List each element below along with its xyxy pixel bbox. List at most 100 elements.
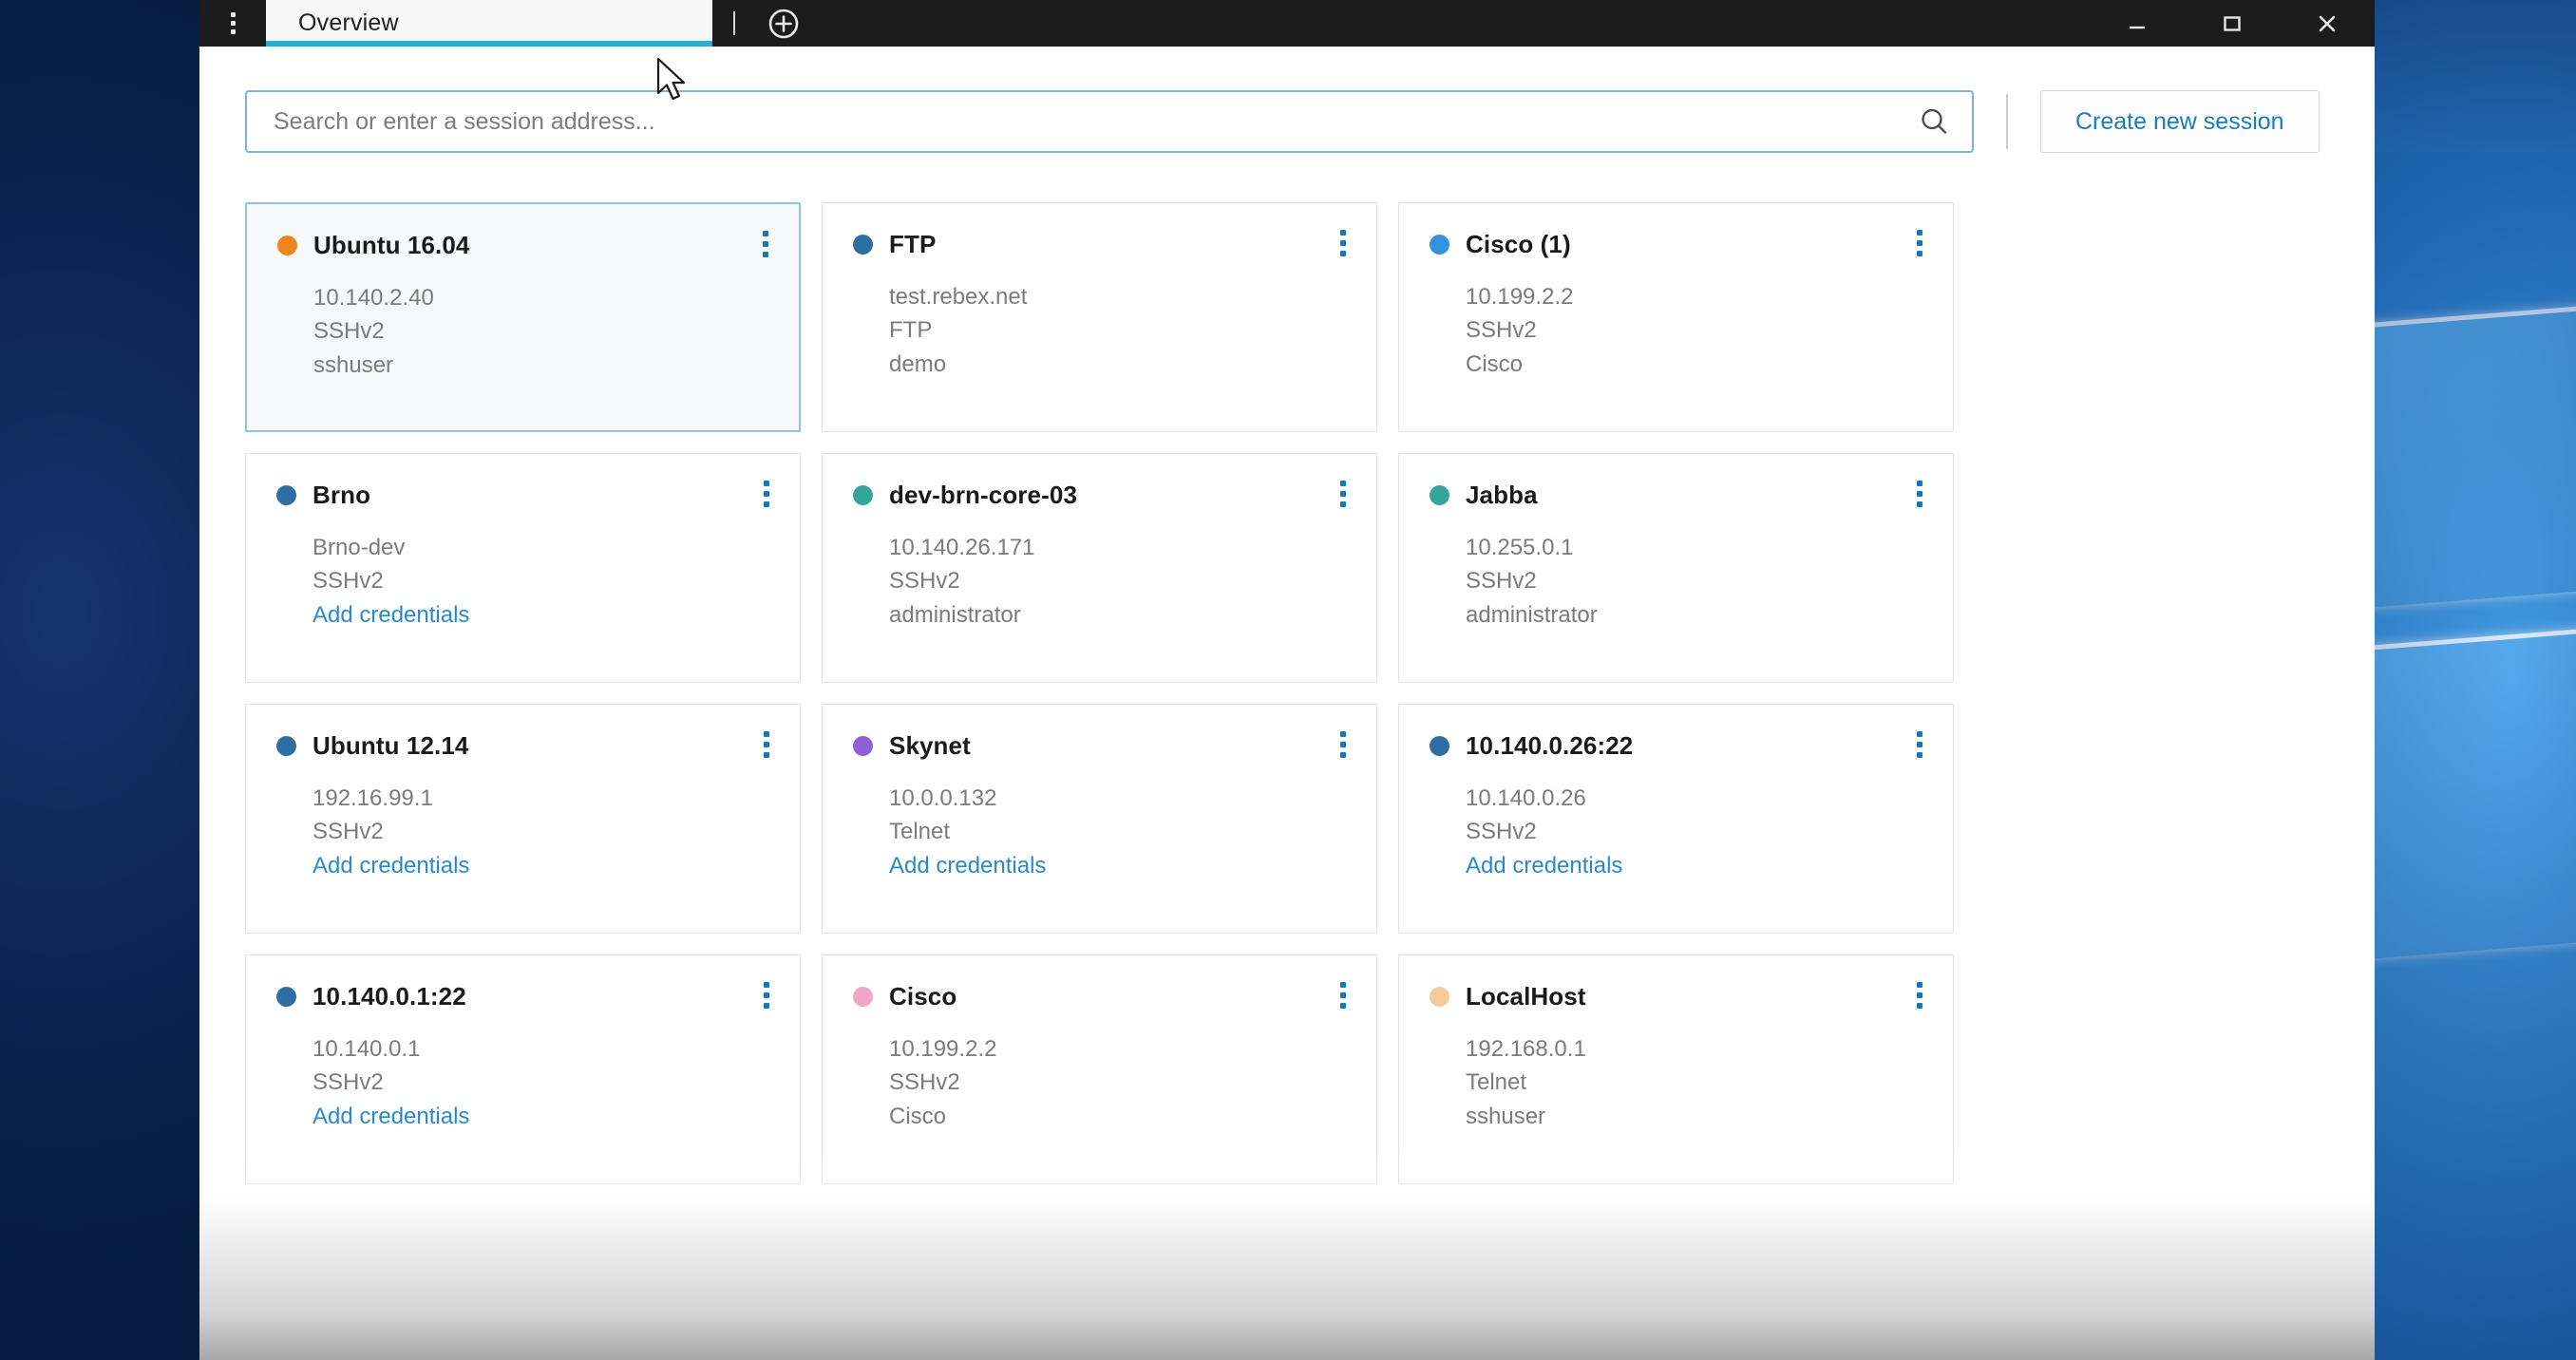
- session-card-menu-button[interactable]: [1331, 976, 1355, 1014]
- session-name: Ubuntu 16.04: [313, 231, 470, 259]
- session-card-menu-button[interactable]: [1907, 726, 1932, 764]
- session-card[interactable]: Skynet 10.0.0.132 Telnet Add credentials: [822, 704, 1377, 934]
- kebab-dot: [1917, 742, 1923, 747]
- session-host: 10.255.0.1: [1466, 535, 1574, 560]
- session-card-details: 10.140.2.40 SSHv2 sshuser: [313, 281, 770, 382]
- kebab-dot: [764, 1003, 769, 1009]
- session-card-menu-button[interactable]: [1331, 475, 1355, 513]
- session-protocol: SSHv2: [1466, 568, 1537, 595]
- session-card-menu-button[interactable]: [1331, 224, 1355, 262]
- kebab-dot: [1340, 251, 1346, 256]
- desktop-background: Overview Search or enter a session addre…: [0, 0, 2576, 1360]
- session-card-header: dev-brn-core-03: [853, 481, 1348, 510]
- application-window: Overview Search or enter a session addre…: [199, 0, 2375, 1360]
- kebab-dot: [1340, 731, 1346, 737]
- window-controls: [2090, 0, 2375, 47]
- session-host: Brno-dev: [313, 535, 406, 560]
- session-name: 10.140.0.1:22: [313, 982, 466, 1011]
- kebab-dot: [1917, 1003, 1923, 1009]
- session-host: 10.140.2.40: [313, 285, 434, 311]
- session-protocol: SSHv2: [889, 1069, 960, 1096]
- kebab-dot: [764, 752, 769, 758]
- session-protocol: SSHv2: [313, 1069, 384, 1096]
- kebab-dot: [1917, 982, 1923, 988]
- title-bar: Overview: [199, 0, 2375, 47]
- session-host: 192.168.0.1: [1466, 1036, 1586, 1062]
- kebab-dot: [1917, 251, 1923, 256]
- session-card[interactable]: dev-brn-core-03 10.140.26.171 SSHv2 adminis…: [822, 453, 1377, 683]
- add-credentials-link[interactable]: Add credentials: [1466, 849, 1924, 882]
- kebab-dot: [764, 982, 769, 988]
- session-host: 10.140.0.1: [313, 1036, 421, 1062]
- session-card-menu-button[interactable]: [754, 726, 779, 764]
- session-card-details: 10.140.26.171 SSHv2 administrator: [889, 531, 1348, 632]
- session-protocol: SSHv2: [313, 318, 385, 345]
- session-card[interactable]: Brno Brno-dev SSHv2 Add credentials: [245, 453, 801, 683]
- status-dot-icon: [1430, 736, 1449, 756]
- search-input[interactable]: [274, 107, 1917, 136]
- kebab-dot: [764, 742, 769, 747]
- session-username: administrator: [1466, 601, 1598, 628]
- session-host: 10.199.2.2: [889, 1036, 997, 1062]
- search-icon[interactable]: [1917, 104, 1951, 139]
- kebab-dot: [1340, 742, 1346, 747]
- session-card-header: Brno: [276, 481, 771, 510]
- session-name: FTP: [889, 230, 937, 258]
- session-card[interactable]: Ubuntu 12.14 192.16.99.1 SSHv2 Add credenti…: [245, 704, 801, 934]
- session-name: Brno: [313, 481, 371, 509]
- session-card[interactable]: FTP test.rebex.net FTP demo: [822, 202, 1377, 432]
- kebab-dot: [1340, 501, 1346, 507]
- session-card-menu-button[interactable]: [1331, 726, 1355, 764]
- session-username: Cisco: [889, 1103, 947, 1129]
- session-protocol: SSHv2: [313, 819, 384, 845]
- session-protocol: SSHv2: [1466, 819, 1537, 845]
- close-button[interactable]: [2280, 0, 2375, 47]
- session-card-menu-button[interactable]: [1907, 976, 1932, 1014]
- session-card-menu-button[interactable]: [754, 475, 779, 513]
- session-card[interactable]: 10.140.0.26:22 10.140.0.26 SSHv2 Add creden…: [1398, 704, 1954, 934]
- session-card-header: Ubuntu 16.04: [277, 231, 770, 260]
- session-card-details: 10.199.2.2 SSHv2 Cisco: [889, 1032, 1348, 1133]
- add-credentials-link[interactable]: Add credentials: [313, 849, 771, 882]
- status-dot-icon: [277, 236, 297, 255]
- session-protocol: SSHv2: [889, 568, 960, 595]
- kebab-dot: [1917, 491, 1923, 497]
- session-username: demo: [889, 350, 947, 377]
- minimize-button[interactable]: [2090, 0, 2185, 47]
- session-card[interactable]: Ubuntu 16.04 10.140.2.40 SSHv2 sshuser: [245, 202, 801, 432]
- session-name: Jabba: [1466, 481, 1538, 509]
- session-card[interactable]: Cisco 10.199.2.2 SSHv2 Cisco: [822, 954, 1377, 1184]
- session-card[interactable]: 10.140.0.1:22 10.140.0.1 SSHv2 Add credenti…: [245, 954, 801, 1184]
- add-credentials-link[interactable]: Add credentials: [313, 598, 771, 632]
- new-tab-button[interactable]: [754, 0, 813, 47]
- kebab-dot: [764, 731, 769, 737]
- session-name: 10.140.0.26:22: [1466, 731, 1634, 760]
- status-dot-icon: [1430, 235, 1449, 255]
- session-card-menu-button[interactable]: [754, 976, 779, 1014]
- maximize-icon: [2220, 11, 2245, 36]
- create-new-session-button[interactable]: Create new session: [2040, 90, 2320, 153]
- session-card[interactable]: Jabba 10.255.0.1 SSHv2 administrator: [1398, 453, 1954, 683]
- session-card[interactable]: Cisco (1) 10.199.2.2 SSHv2 Cisco: [1398, 202, 1954, 432]
- kebab-dot: [1917, 992, 1923, 998]
- kebab-menu-icon: [230, 12, 236, 34]
- session-username: sshuser: [313, 351, 394, 378]
- session-card-menu-button[interactable]: [1907, 224, 1932, 262]
- session-card-menu-button[interactable]: [1907, 475, 1932, 513]
- session-card-details: 10.0.0.132 Telnet Add credentials: [889, 782, 1348, 882]
- add-credentials-link[interactable]: Add credentials: [313, 1100, 771, 1133]
- maximize-button[interactable]: [2185, 0, 2280, 47]
- close-icon: [2315, 11, 2339, 36]
- session-host: 10.199.2.2: [1466, 284, 1574, 310]
- session-name: Ubuntu 12.14: [313, 731, 469, 760]
- session-card-menu-button[interactable]: [753, 225, 778, 263]
- session-card[interactable]: LocalHost 192.168.0.1 Telnet sshuser: [1398, 954, 1954, 1184]
- app-menu-button[interactable]: [199, 0, 266, 47]
- kebab-dot: [763, 252, 768, 257]
- kebab-dot: [1917, 731, 1923, 737]
- tab-overview[interactable]: Overview: [266, 0, 712, 47]
- search-box[interactable]: [245, 90, 1974, 153]
- session-protocol: SSHv2: [313, 568, 384, 595]
- add-credentials-link[interactable]: Add credentials: [889, 849, 1348, 882]
- session-card-header: Cisco: [853, 982, 1348, 1011]
